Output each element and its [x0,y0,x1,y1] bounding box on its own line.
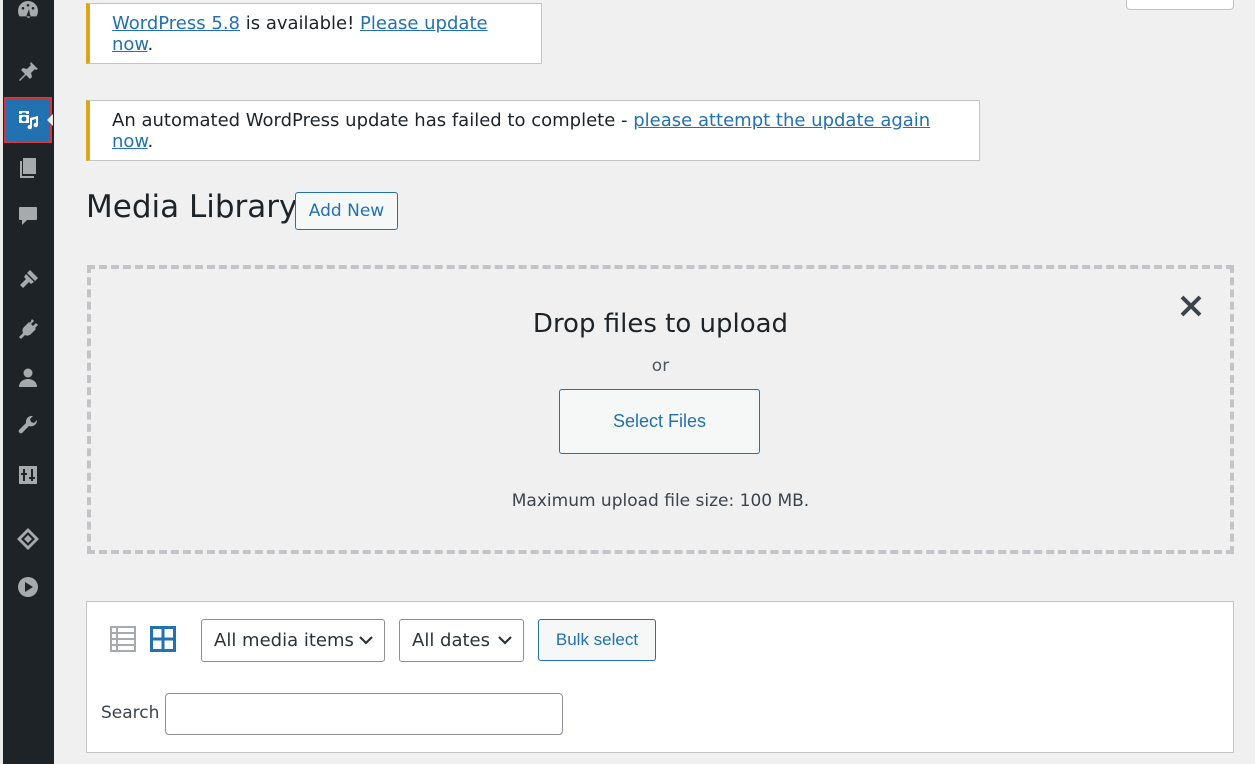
search-input[interactable] [165,693,563,735]
sidebar-item-comments[interactable] [4,193,52,239]
grid-view-button[interactable] [150,626,176,652]
users-icon [19,368,37,387]
dashboard-icon [18,1,38,18]
failed-notice-text: An automated WordPress update has failed… [112,109,634,131]
sidebar-item-pages[interactable] [4,145,52,191]
current-arrow [47,114,53,126]
diamond-plugin-icon [17,528,39,550]
sidebar-item-tools[interactable] [4,403,52,449]
screen-options-tab[interactable] [1126,0,1234,10]
comments-icon [19,207,37,225]
posts-pin-icon [19,62,38,81]
select-files-button[interactable]: Select Files [559,389,760,454]
sidebar-item-video[interactable] [4,564,52,610]
max-upload-size: Maximum upload file size: 100 MB. [511,491,810,511]
failed-notice-end: . [147,130,154,152]
admin-sidebar [0,0,54,764]
page-title: Media Library [86,189,298,225]
drop-or-text: or [651,356,670,376]
media-type-filter[interactable]: All media items [201,619,385,662]
list-view-button[interactable] [110,626,136,652]
appearance-brush-icon [20,270,38,288]
tools-wrench-icon [18,415,38,434]
date-filter-value: All dates [412,630,491,651]
update-notice-end: . [147,33,154,55]
plugins-icon [19,319,38,339]
media-icon [19,111,38,130]
play-circle-icon [18,577,38,597]
chevron-down-icon [359,636,373,645]
pages-icon [20,158,36,178]
drop-files-heading: Drop files to upload [532,309,789,339]
list-view-icon [110,626,136,652]
update-notice: WordPress 5.8 is available! Please updat… [86,3,542,64]
update-failed-notice: An automated WordPress update has failed… [86,100,980,161]
sidebar-item-settings[interactable] [4,452,52,498]
sidebar-item-users[interactable] [4,355,52,401]
sidebar-item-posts[interactable] [4,49,52,95]
date-filter[interactable]: All dates [399,619,524,662]
sidebar-item-diamond[interactable] [4,516,52,562]
sidebar-item-appearance[interactable] [4,257,52,303]
sidebar-edge [0,0,3,764]
sidebar-item-plugins[interactable] [4,306,52,352]
search-label: Search [101,703,160,723]
update-notice-text: is available! [240,12,361,34]
grid-view-icon [150,626,176,652]
media-type-filter-value: All media items [214,630,354,651]
bulk-select-button[interactable]: Bulk select [538,619,656,661]
sidebar-item-dashboard[interactable] [4,0,52,32]
settings-sliders-icon [19,466,37,484]
add-new-button[interactable]: Add New [295,192,398,230]
sidebar-item-media[interactable] [4,97,53,143]
wordpress-version-link[interactable]: WordPress 5.8 [112,13,240,34]
chevron-down-icon [498,636,512,645]
